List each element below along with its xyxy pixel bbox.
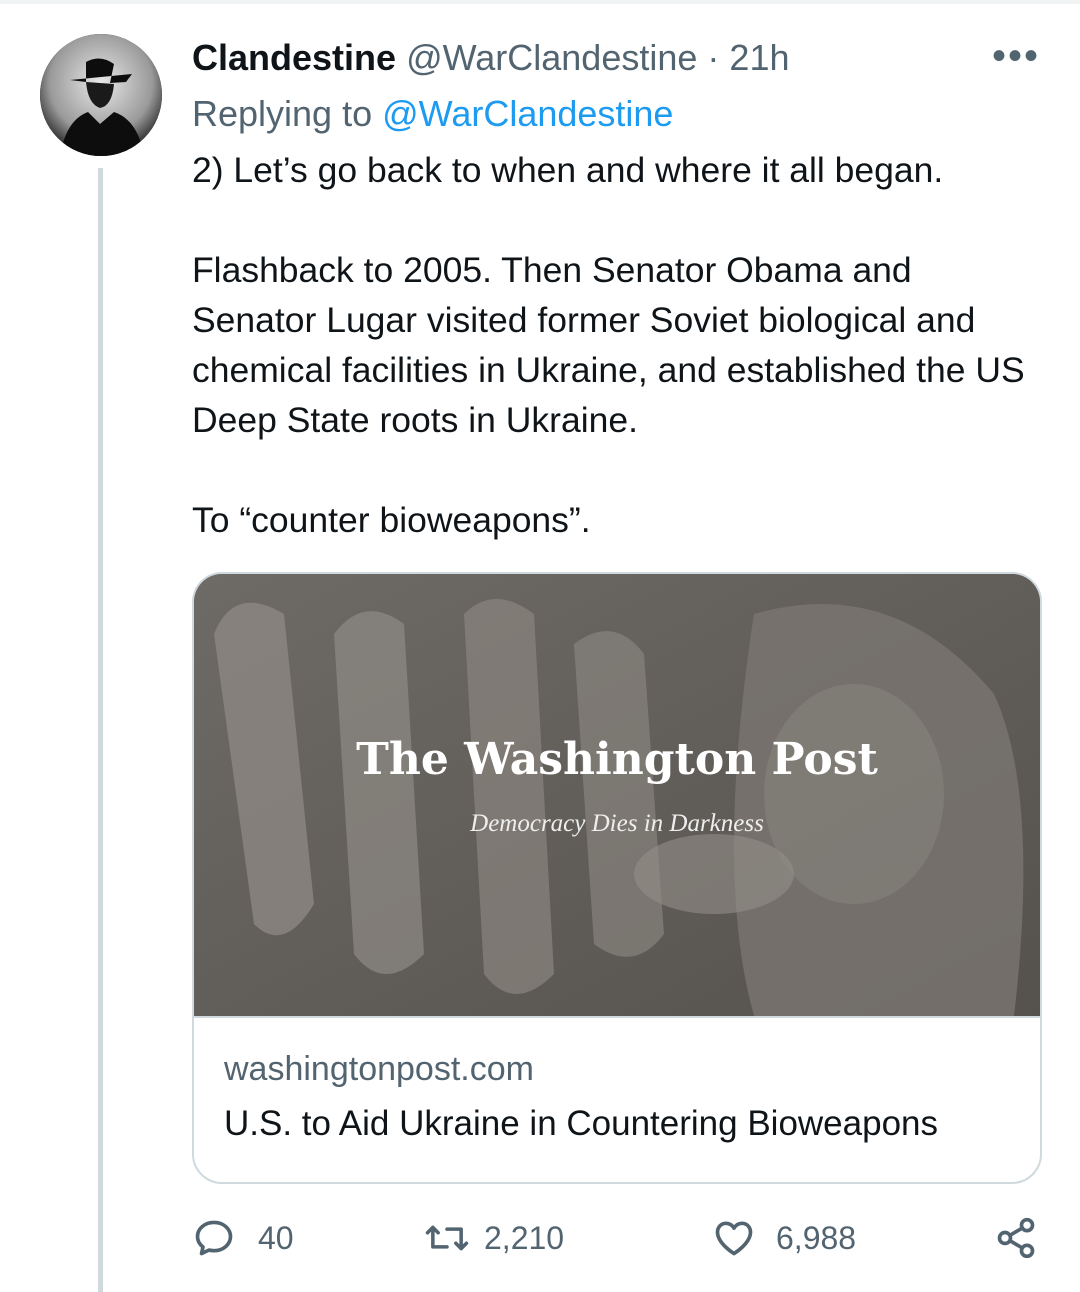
washington-post-logo: The Washington Post xyxy=(356,734,878,785)
share-button[interactable] xyxy=(994,1210,1038,1266)
card-domain: washingtonpost.com xyxy=(224,1050,534,1088)
avatar[interactable] xyxy=(40,34,162,156)
more-icon[interactable]: ••• xyxy=(992,34,1040,79)
replying-to-link[interactable]: @WarClandestine xyxy=(382,93,673,134)
statue-image xyxy=(194,574,1040,1016)
card-divider xyxy=(194,1016,1040,1018)
thread-line xyxy=(98,168,103,1292)
tweet-header: Clandestine @WarClandestine · 21h xyxy=(192,36,790,80)
retweet-button[interactable]: 2,210 xyxy=(424,1210,564,1266)
heart-icon xyxy=(715,1221,753,1256)
action-bar: 40 2,210 6,988 xyxy=(192,1210,1038,1266)
washington-post-tagline: Democracy Dies in Darkness xyxy=(470,810,764,837)
like-button[interactable]: 6,988 xyxy=(712,1210,856,1266)
like-count: 6,988 xyxy=(776,1219,857,1256)
reply-button[interactable]: 40 xyxy=(192,1210,294,1266)
reply-count: 40 xyxy=(258,1219,294,1256)
timestamp[interactable]: 21h xyxy=(729,37,789,78)
link-card[interactable]: The Washington Post Democracy Dies in Da… xyxy=(192,572,1042,1184)
tweet-paragraph: 2) Let’s go back to when and where it al… xyxy=(192,150,944,190)
reply-icon xyxy=(195,1220,233,1256)
handle[interactable]: @WarClandestine xyxy=(406,37,697,78)
tweet-paragraph: Flashback to 2005. Then Senator Obama an… xyxy=(192,250,1025,440)
retweet-icon xyxy=(425,1225,469,1251)
top-divider xyxy=(0,0,1080,4)
display-name[interactable]: Clandestine xyxy=(192,37,396,78)
replying-prefix: Replying to xyxy=(192,93,373,134)
retweet-count: 2,210 xyxy=(484,1219,565,1256)
replying-to: Replying to @WarClandestine xyxy=(192,92,673,136)
card-image[interactable]: The Washington Post Democracy Dies in Da… xyxy=(194,574,1040,1016)
separator: · xyxy=(707,37,720,78)
share-icon xyxy=(997,1217,1035,1259)
tweet-text: 2) Let’s go back to when and where it al… xyxy=(192,145,1042,545)
tweet-paragraph: To “counter bioweapons”. xyxy=(192,500,591,540)
spy-silhouette-icon xyxy=(40,34,162,156)
card-title[interactable]: U.S. to Aid Ukraine in Countering Biowea… xyxy=(224,1104,938,1144)
